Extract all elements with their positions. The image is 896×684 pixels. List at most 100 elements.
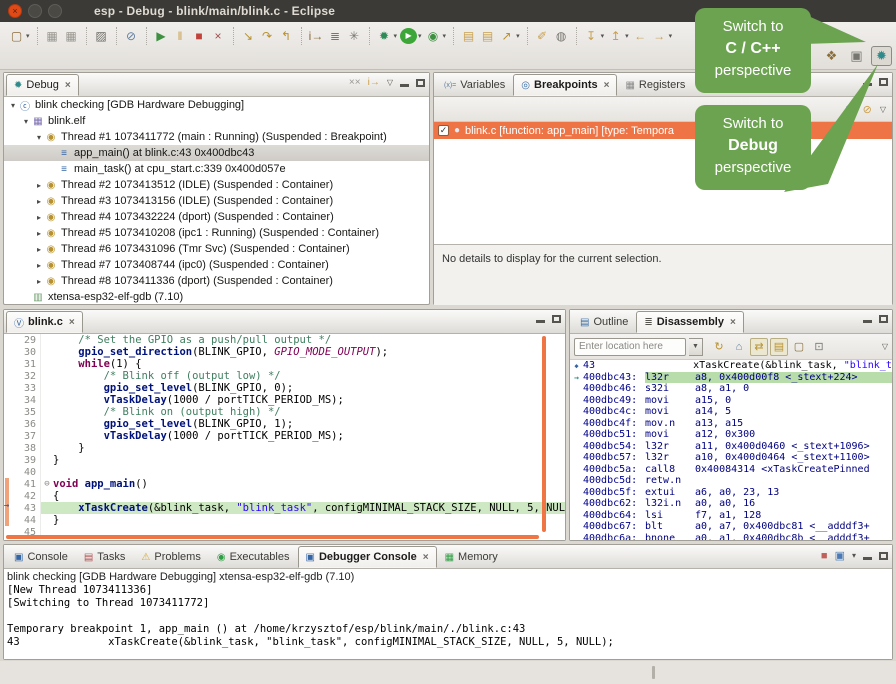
new-wizard-icon[interactable]: ▢	[8, 27, 25, 45]
bp-tab-registers[interactable]: ▦Registers	[617, 74, 693, 96]
disassembly-row[interactable]: 400dbc62:l32i.na0, a0, 16	[570, 498, 892, 510]
show-memory-icon[interactable]: ≣	[327, 27, 344, 45]
flash-debug-icon[interactable]: ↗	[498, 27, 515, 45]
maximize-icon[interactable]	[879, 315, 888, 323]
disassembly-row[interactable]: 400dbc6a:bnonea0, a1, 0x400dbc8b <__addd…	[570, 533, 892, 541]
step-over-icon[interactable]: ↷	[259, 27, 276, 45]
view-menu-icon[interactable]: ▽	[387, 78, 393, 87]
editor-line[interactable]: →43 xTaskCreate(&blink_task, "blink_task…	[4, 502, 565, 514]
go-to-last-edit-icon[interactable]: ↥	[607, 27, 624, 45]
minimize-icon[interactable]	[863, 557, 872, 560]
disassembly-row[interactable]: 400dbc57:l32ra10, 0x400d0464 <_stext+110…	[570, 452, 892, 464]
instruction-stepping-icon[interactable]: i→	[308, 27, 325, 45]
minimize-icon[interactable]	[536, 320, 545, 323]
folder-icon[interactable]: ▤	[460, 27, 477, 45]
close-icon[interactable]: ×	[65, 80, 71, 91]
dropdown-arrow-icon[interactable]: ▾	[516, 32, 520, 40]
close-icon[interactable]: ×	[423, 552, 429, 563]
editor-line[interactable]: 39}	[4, 454, 565, 466]
dropdown-arrow-icon[interactable]: ▾	[852, 551, 856, 560]
close-icon[interactable]: ×	[69, 317, 75, 328]
disassembly-row[interactable]: 400dbc5d:retw.n	[570, 475, 892, 487]
disassembly-row[interactable]: ◆43 xTaskCreate(&blink_task, "blink_tas	[570, 360, 892, 372]
expand-arrow-icon[interactable]: ▸	[34, 181, 44, 190]
dropdown-arrow-icon[interactable]: ▾	[418, 32, 422, 40]
tree-item[interactable]: ▾◉Thread #1 1073411772 (main : Running) …	[4, 129, 429, 145]
tab-blink-c[interactable]: Ⓥ blink.c ×	[6, 311, 83, 333]
editor-line[interactable]: 35 /* Blink on (output high) */	[4, 406, 565, 418]
tree-item[interactable]: ▸◉Thread #4 1073432224 (dport) (Suspende…	[4, 209, 429, 225]
tree-item[interactable]: ▸◉Thread #3 1073413156 (IDLE) (Suspended…	[4, 193, 429, 209]
save-icon[interactable]: ▦	[44, 27, 61, 45]
minimize-button[interactable]	[28, 4, 42, 18]
debug-icon[interactable]: ✹	[376, 27, 393, 45]
disconnect-icon[interactable]: ×	[210, 27, 227, 45]
view-menu-icon[interactable]: ▽	[880, 105, 886, 114]
forward-icon[interactable]: →	[651, 27, 668, 45]
con-tab-tasks[interactable]: ▤Tasks	[76, 546, 134, 568]
tree-item[interactable]: ≡app_main() at blink.c:43 0x400dbc43	[4, 145, 429, 161]
tree-item[interactable]: ▸◉Thread #7 1073408744 (ipc0) (Suspended…	[4, 257, 429, 273]
disassembly-row[interactable]: 400dbc51:movia12, 0x300	[570, 429, 892, 441]
disassembly-content[interactable]: ◆43 xTaskCreate(&blink_task, "blink_tas→…	[570, 360, 892, 540]
editor-line[interactable]: 30 gpio_set_direction(BLINK_GPIO, GPIO_M…	[4, 346, 565, 358]
paintbrush-icon[interactable]: ✐	[534, 27, 551, 45]
con-tab-debugger-console[interactable]: ▣Debugger Console×	[298, 546, 437, 568]
editor-line[interactable]: 40	[4, 466, 565, 478]
expand-arrow-icon[interactable]: ▸	[34, 213, 44, 222]
editor-line[interactable]: 44}	[4, 514, 565, 526]
con-tab-executables[interactable]: ◉Executables	[209, 546, 298, 568]
editor-line[interactable]: 37 vTaskDelay(1000 / portTICK_PERIOD_MS)…	[4, 430, 565, 442]
tree-item[interactable]: ▥xtensa-esp32-elf-gdb (7.10)	[4, 289, 429, 304]
home-icon[interactable]: ⌂	[730, 338, 748, 356]
cpp-perspective-icon[interactable]: ▣	[846, 46, 867, 66]
editor-line[interactable]: 33 gpio_set_level(BLINK_GPIO, 0);	[4, 382, 565, 394]
con-tab-console[interactable]: ▣Console	[6, 546, 76, 568]
editor-vertical-scrollbar[interactable]	[542, 336, 546, 532]
link-with-debug-icon[interactable]: ⇅	[845, 103, 854, 116]
open-folder-icon[interactable]: ▤	[479, 27, 496, 45]
external-tools-icon[interactable]: ◍	[553, 27, 570, 45]
terminate-icon[interactable]: ■	[191, 27, 208, 45]
run-icon[interactable]: ▶	[400, 28, 417, 44]
bp-tab-breakpoints[interactable]: ◎Breakpoints×	[513, 74, 617, 96]
refresh-icon[interactable]: ↻	[710, 338, 728, 356]
disassembly-row[interactable]: 400dbc64:lsif7, a1, 128	[570, 510, 892, 522]
editor-line[interactable]: 29 /* Set the GPIO as a push/pull output…	[4, 334, 565, 346]
breakpoint-row[interactable]: ✓ ● blink.c [function: app_main] [type: …	[434, 122, 892, 139]
terminate-console-icon[interactable]: ■	[821, 550, 828, 562]
back-icon[interactable]: ←	[632, 27, 649, 45]
expand-arrow-icon[interactable]: ▸	[34, 197, 44, 206]
build-icon[interactable]: ▨	[93, 27, 110, 45]
disassembly-row[interactable]: 400dbc46:s32ia8, a1, 0	[570, 383, 892, 395]
last-edit-location-icon[interactable]: ↧	[583, 27, 600, 45]
pin-view-icon[interactable]: ⊡	[810, 338, 828, 356]
minimize-icon[interactable]	[863, 83, 872, 86]
maximize-icon[interactable]	[879, 552, 888, 560]
debug-perspective-icon[interactable]: ✹	[871, 46, 892, 66]
dropdown-arrow-icon[interactable]: ▾	[443, 32, 447, 40]
disassembly-row[interactable]: 400dbc4f:mov.na13, a15	[570, 418, 892, 430]
editor-line[interactable]: 36 gpio_set_level(BLINK_GPIO, 1);	[4, 418, 565, 430]
collapse-arrow-icon[interactable]: ▾	[8, 101, 18, 110]
instruction-stepping-toggle-icon[interactable]: i→	[368, 77, 380, 88]
minimize-icon[interactable]	[863, 320, 872, 323]
location-dropdown-icon[interactable]: ▼	[689, 338, 703, 356]
tree-item[interactable]: ▸◉Thread #2 1073413512 (IDLE) (Suspended…	[4, 177, 429, 193]
expand-arrow-icon[interactable]: ▸	[34, 277, 44, 286]
dropdown-arrow-icon[interactable]: ▾	[394, 32, 398, 40]
close-icon[interactable]: ×	[604, 80, 610, 91]
minimize-icon[interactable]	[400, 84, 409, 87]
open-perspective-icon[interactable]: ❖	[821, 46, 842, 66]
editor-horizontal-scrollbar[interactable]	[6, 535, 539, 539]
disassembly-row[interactable]: 400dbc54:l32ra11, 0x400d0460 <_stext+109…	[570, 441, 892, 453]
editor-line[interactable]: 31 while(1) {	[4, 358, 565, 370]
dropdown-arrow-icon[interactable]: ▾	[26, 32, 30, 40]
bp-tab-variables[interactable]: (x)=Variables	[436, 74, 513, 96]
editor-line[interactable]: 42{	[4, 490, 565, 502]
disassembly-row[interactable]: 400dbc67:blta0, a7, 0x400dbc81 <__adddf3…	[570, 521, 892, 533]
suspend-icon[interactable]: ‖	[172, 27, 189, 45]
maximize-icon[interactable]	[416, 79, 425, 87]
maximize-button[interactable]	[48, 4, 62, 18]
fold-collapse-icon[interactable]: ⊖	[41, 479, 53, 489]
